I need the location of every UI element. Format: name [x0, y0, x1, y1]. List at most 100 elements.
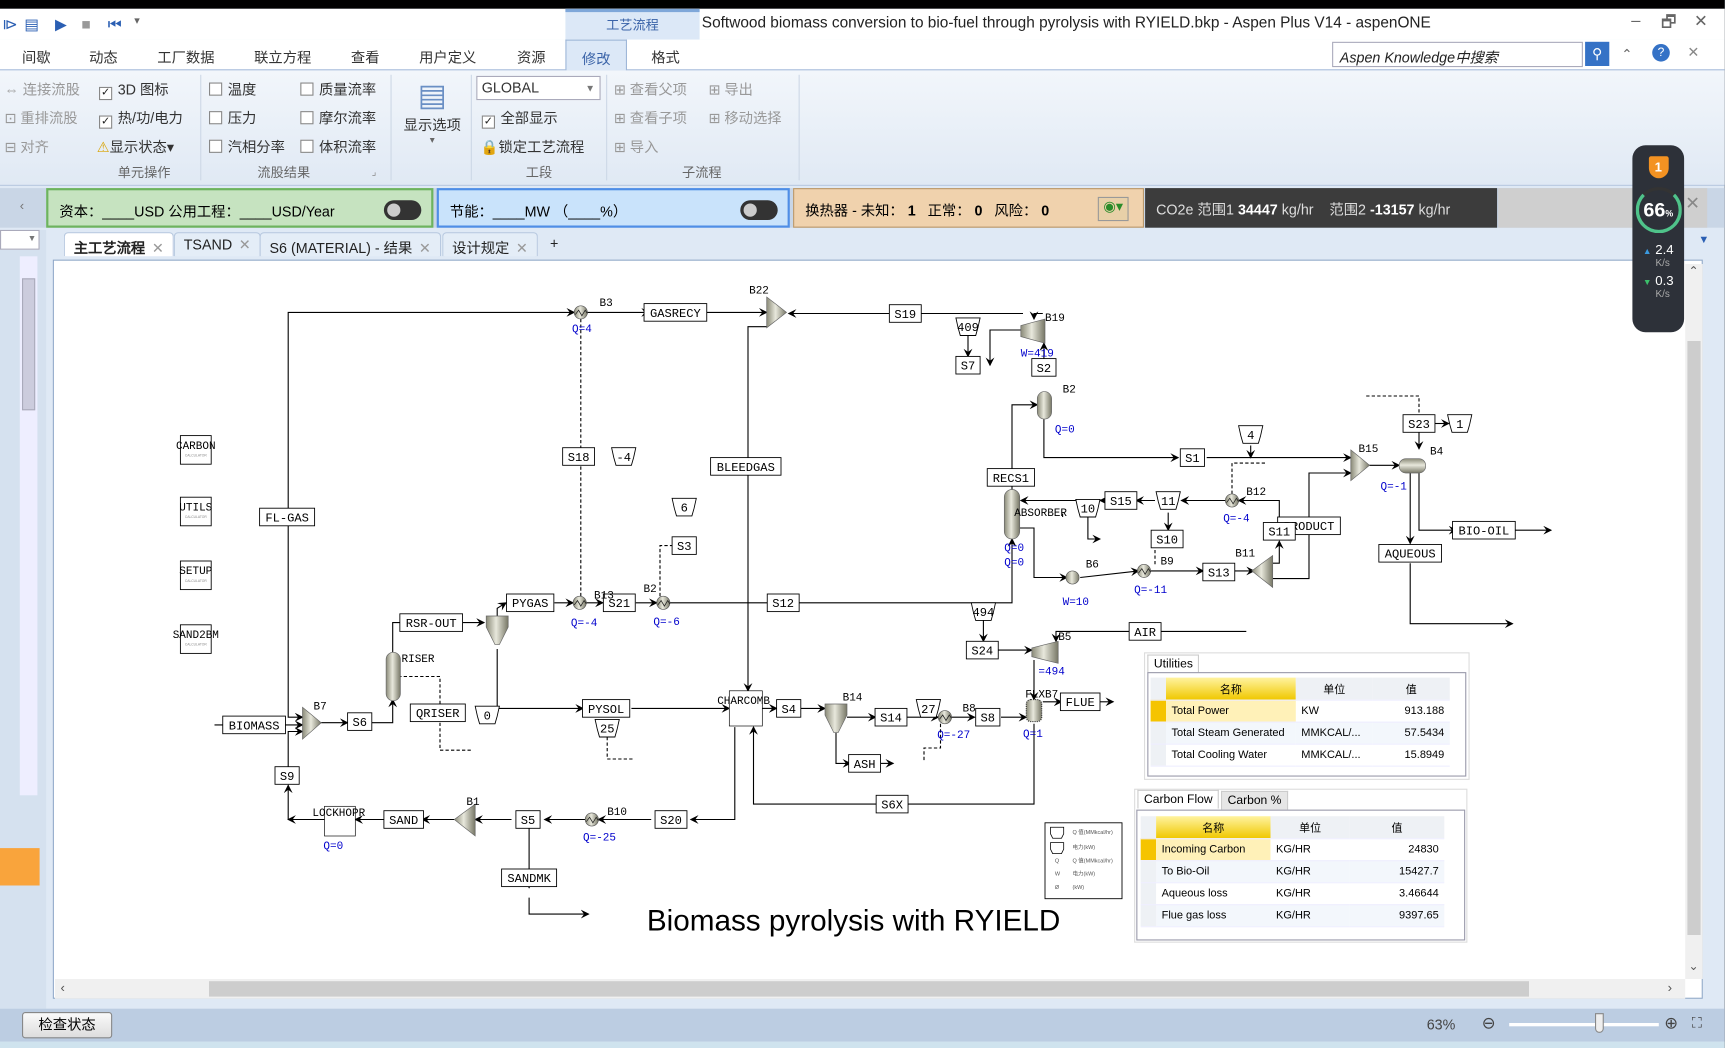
- block-label[interactable]: B2: [644, 584, 657, 596]
- pump-icon[interactable]: [1065, 570, 1080, 585]
- table-row[interactable]: Aqueous loss KG/HR 3.46644: [1140, 882, 1445, 905]
- stream-label-rsr-out[interactable]: RSR-OUT: [399, 613, 463, 632]
- horizontal-scrollbar[interactable]: ‹ ›: [55, 979, 1686, 999]
- stream-line[interactable]: [1029, 311, 1043, 321]
- block-label[interactable]: RISER: [402, 654, 435, 666]
- block-label[interactable]: ABSORBER: [1014, 508, 1067, 520]
- stream-label-s1[interactable]: S1: [1179, 448, 1205, 467]
- stream-line[interactable]: [371, 698, 398, 724]
- table-row[interactable]: Incoming Carbon KG/HR 24830: [1140, 838, 1445, 861]
- stream-line[interactable]: [985, 329, 1021, 367]
- block-label[interactable]: B22: [749, 286, 769, 298]
- stream-label-s3[interactable]: S3: [671, 536, 697, 555]
- stream-label-s12[interactable]: S12: [766, 593, 800, 613]
- table-row[interactable]: Total Power KW 913.188: [1150, 699, 1450, 723]
- stream-label-flue[interactable]: FLUE: [1059, 692, 1101, 712]
- block-label[interactable]: B3: [600, 298, 613, 310]
- stream-label-ash[interactable]: ASH: [848, 754, 881, 773]
- stream-label-s15[interactable]: S15: [1104, 491, 1138, 510]
- stream-label-s2[interactable]: S2: [1031, 358, 1057, 377]
- stream-label-0[interactable]: 0: [474, 705, 500, 725]
- heater-icon[interactable]: [1225, 493, 1239, 508]
- heater-icon[interactable]: [656, 595, 671, 610]
- stream-label-fl-gas[interactable]: FL-GAS: [259, 507, 316, 527]
- stream-label-4[interactable]: 4: [1238, 425, 1264, 444]
- stream-label-qriser[interactable]: QRISER: [409, 703, 466, 723]
- stream-label-aqueous[interactable]: AQUEOUS: [1378, 544, 1442, 563]
- block-label[interactable]: B9: [1161, 556, 1174, 568]
- stream-label-1[interactable]: 1: [1447, 414, 1473, 433]
- stream-label-s4[interactable]: S4: [776, 699, 802, 718]
- stream-label-s7[interactable]: S7: [955, 355, 981, 375]
- block-label[interactable]: CHARCOMB: [717, 696, 770, 708]
- stream-line[interactable]: [287, 308, 576, 518]
- calculator-block-setup[interactable]: SETUPCALCULATOR: [179, 560, 213, 591]
- block-label[interactable]: B6: [1086, 560, 1099, 572]
- stream-label-s19[interactable]: S19: [888, 304, 922, 323]
- table-row[interactable]: Flue gas loss KG/HR 9397.65: [1140, 904, 1445, 927]
- block-label[interactable]: B2: [1063, 385, 1076, 397]
- stream-label-s20[interactable]: S20: [654, 810, 688, 829]
- stream-line[interactable]: [1272, 540, 1284, 564]
- block-label[interactable]: LOCKHOPR: [312, 808, 365, 820]
- stream-line[interactable]: [528, 897, 590, 919]
- tab-carbon-percent[interactable]: Carbon %: [1221, 790, 1289, 810]
- stream-label-gasrecy[interactable]: GASRECY: [643, 303, 708, 322]
- compressor-icon[interactable]: [1031, 640, 1059, 664]
- stream-label-s23[interactable]: S23: [1402, 414, 1436, 433]
- stream-label-s6x[interactable]: S6X: [875, 794, 909, 814]
- stream-label-bleedgas[interactable]: BLEEDGAS: [710, 457, 782, 476]
- stream-label-s10[interactable]: S10: [1150, 529, 1184, 549]
- block-label[interactable]: B5: [1058, 632, 1071, 644]
- stream-label-sandmk[interactable]: SANDMK: [501, 868, 558, 888]
- stream-label-s14[interactable]: S14: [874, 707, 908, 727]
- splitter-icon[interactable]: [766, 296, 788, 329]
- block-label[interactable]: B4: [1430, 446, 1444, 458]
- stream-label-s8[interactable]: S8: [975, 707, 1001, 727]
- vessel-icon[interactable]: [1036, 391, 1052, 420]
- tab-utilities[interactable]: Utilities: [1147, 654, 1200, 674]
- decanter-icon[interactable]: [1398, 458, 1426, 474]
- stream-line[interactable]: [689, 727, 736, 824]
- zoom-slider[interactable]: [1509, 1023, 1659, 1027]
- check-status-button[interactable]: 检查状态: [22, 1012, 113, 1039]
- calculator-block-utils[interactable]: UTILSCALCULATOR: [179, 496, 213, 527]
- stream-line[interactable]: [287, 727, 304, 767]
- stream-label-bio-oil[interactable]: BIO-OIL: [1452, 520, 1516, 540]
- heater-icon[interactable]: [573, 305, 588, 320]
- zoom-out-icon[interactable]: ⊖: [1482, 1013, 1496, 1033]
- stream-line[interactable]: [1409, 563, 1514, 629]
- table-row[interactable]: To Bio-Oil KG/HR 15427.7: [1140, 860, 1445, 883]
- heat-stream-line[interactable]: [1364, 395, 1420, 413]
- cyclone-icon[interactable]: [824, 703, 848, 733]
- stream-label-11[interactable]: 11: [1155, 491, 1181, 510]
- stream-label-air[interactable]: AIR: [1128, 622, 1162, 641]
- fit-to-window-icon[interactable]: ⛶: [1692, 1014, 1702, 1032]
- stream-line[interactable]: [1019, 527, 1069, 582]
- calculator-block-sand2bm[interactable]: SAND2BMCALCULATOR: [173, 624, 219, 654]
- block-label[interactable]: B12: [1246, 487, 1266, 499]
- block-label[interactable]: FLXB7: [1025, 689, 1058, 701]
- stream-line[interactable]: [1418, 473, 1458, 535]
- stream-label-biomass[interactable]: BIOMASS: [222, 715, 286, 735]
- stream-label-25[interactable]: 25: [594, 718, 620, 738]
- zoom-slider-thumb[interactable]: [1594, 1013, 1604, 1033]
- heater-icon[interactable]: [1137, 563, 1151, 578]
- stream-label-s24[interactable]: S24: [965, 640, 999, 660]
- stream-label-494[interactable]: 494: [970, 602, 997, 621]
- performance-widget[interactable]: 1 66% ▲ 2.4 K/s ▼ 0.3 K/s: [1632, 145, 1685, 333]
- stream-label--4[interactable]: -4: [611, 447, 637, 466]
- heat-exchanger-icon[interactable]: [1025, 699, 1043, 723]
- stream-line[interactable]: [496, 649, 585, 713]
- stream-line[interactable]: [743, 326, 767, 692]
- block-label[interactable]: B13: [594, 590, 614, 602]
- heat-stream-line[interactable]: [659, 545, 673, 597]
- stream-line[interactable]: [287, 525, 304, 722]
- heater-icon[interactable]: [584, 812, 599, 827]
- stream-label-s9[interactable]: S9: [274, 766, 300, 785]
- stream-label-recs1[interactable]: RECS1: [986, 468, 1035, 487]
- stream-line[interactable]: [749, 723, 1035, 805]
- block-label[interactable]: B19: [1045, 313, 1065, 325]
- stream-label-pysol[interactable]: PYSOL: [582, 699, 631, 718]
- vertical-scrollbar[interactable]: ⌃ ⌄: [1685, 264, 1703, 979]
